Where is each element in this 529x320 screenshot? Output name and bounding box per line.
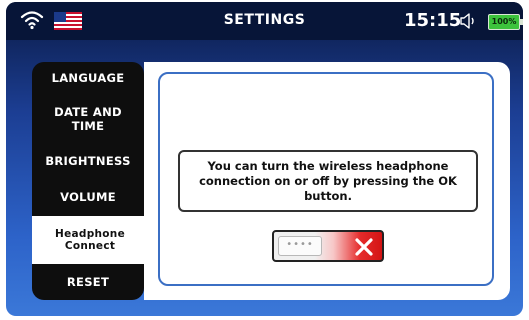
battery-icon: 100% bbox=[488, 14, 523, 30]
menu-item-date-and-time[interactable]: DATE AND TIME bbox=[32, 94, 144, 144]
headphone-toggle[interactable]: •••• bbox=[272, 230, 384, 262]
menu-item-volume[interactable]: VOLUME bbox=[32, 178, 144, 216]
content-panel: You can turn the wireless headphone conn… bbox=[144, 62, 510, 300]
menu-item-label: Headphone Connect bbox=[54, 228, 125, 252]
menu-item-brightness[interactable]: BRIGHTNESS bbox=[32, 144, 144, 178]
menu-item-reset[interactable]: RESET bbox=[32, 264, 144, 300]
info-message: You can turn the wireless headphone conn… bbox=[178, 150, 478, 212]
clock: 15:15 bbox=[404, 10, 462, 31]
toggle-knob[interactable]: •••• bbox=[278, 236, 322, 256]
menu-item-language[interactable]: LANGUAGE bbox=[32, 62, 144, 94]
speaker-icon[interactable] bbox=[460, 13, 478, 33]
menu-item-headphone-connect[interactable]: Headphone Connect bbox=[32, 216, 148, 264]
settings-menu: LANGUAGE DATE AND TIME BRIGHTNESS VOLUME… bbox=[32, 62, 148, 300]
close-icon bbox=[354, 237, 374, 260]
menu-item-label: DATE AND TIME bbox=[54, 105, 122, 133]
status-bar: SETTINGS 15:15 100% bbox=[6, 2, 523, 40]
device-screen: SETTINGS 15:15 100% LANGUAGE DATE AND TI… bbox=[6, 2, 523, 316]
content-frame: You can turn the wireless headphone conn… bbox=[158, 72, 494, 286]
